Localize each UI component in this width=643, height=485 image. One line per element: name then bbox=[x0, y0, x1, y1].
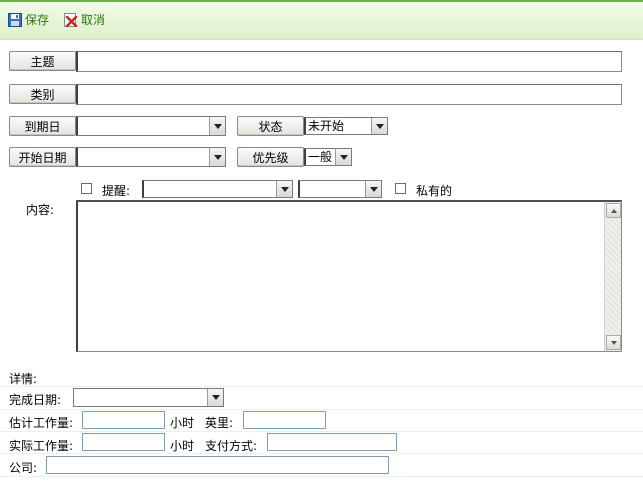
reminder-checkbox[interactable] bbox=[81, 183, 92, 194]
actual-work-label: 实际工作量: bbox=[9, 439, 74, 453]
mileage-label: 英里: bbox=[205, 416, 234, 430]
divider bbox=[0, 476, 643, 477]
priority-dropdown-icon[interactable] bbox=[335, 149, 351, 165]
completed-date-combo[interactable] bbox=[73, 388, 224, 407]
scroll-up-icon[interactable] bbox=[606, 203, 621, 218]
scroll-down-icon[interactable] bbox=[606, 335, 621, 350]
estimated-work-input[interactable] bbox=[82, 411, 165, 429]
status-select[interactable]: 未开始 bbox=[304, 117, 388, 135]
completed-date-value bbox=[74, 389, 207, 406]
cancel-label: 取消 bbox=[81, 13, 106, 27]
subject-button[interactable]: 主题 bbox=[9, 51, 76, 71]
cancel-icon bbox=[64, 12, 78, 27]
private-checkbox[interactable] bbox=[395, 183, 406, 194]
mileage-input[interactable] bbox=[243, 411, 326, 429]
completed-date-dropdown-icon[interactable] bbox=[207, 389, 223, 406]
status-value: 未开始 bbox=[308, 119, 345, 133]
due-date-button[interactable]: 到期日 bbox=[9, 116, 76, 136]
category-input[interactable] bbox=[76, 84, 622, 105]
divider bbox=[0, 409, 643, 410]
hours-label: 小时 bbox=[170, 416, 195, 430]
details-heading: 详情: bbox=[9, 372, 38, 386]
start-date-dropdown-icon[interactable] bbox=[209, 148, 225, 166]
priority-select[interactable]: 一般 bbox=[304, 148, 352, 166]
priority-value: 一般 bbox=[308, 150, 333, 164]
status-button[interactable]: 状态 bbox=[237, 116, 304, 136]
completed-date-label: 完成日期: bbox=[9, 393, 62, 407]
reminder-time-value bbox=[300, 181, 365, 197]
hours-label: 小时 bbox=[170, 439, 195, 453]
reminder-date-value bbox=[144, 181, 276, 197]
billing-label: 支付方式: bbox=[205, 439, 258, 453]
divider bbox=[0, 453, 643, 454]
reminder-date-dropdown-icon[interactable] bbox=[276, 181, 292, 197]
content-label: 内容: bbox=[26, 203, 55, 217]
divider bbox=[0, 431, 643, 432]
billing-input[interactable] bbox=[267, 433, 397, 451]
start-date-button[interactable]: 开始日期 bbox=[9, 147, 76, 167]
estimated-work-label: 估计工作量: bbox=[9, 416, 74, 430]
save-button[interactable]: 保存 bbox=[8, 11, 49, 28]
content-scrollbar[interactable] bbox=[604, 202, 621, 351]
toolbar: 保存 取消 bbox=[0, 0, 643, 40]
save-label: 保存 bbox=[25, 13, 50, 27]
status-dropdown-icon[interactable] bbox=[371, 118, 387, 134]
start-date-value bbox=[78, 148, 209, 166]
reminder-label: 提醒: bbox=[102, 184, 131, 198]
divider bbox=[0, 386, 643, 387]
start-date-combo[interactable] bbox=[76, 147, 226, 167]
actual-work-input[interactable] bbox=[82, 433, 165, 451]
content-textarea[interactable] bbox=[76, 200, 622, 352]
private-label: 私有的 bbox=[416, 184, 453, 198]
subject-input[interactable] bbox=[76, 51, 622, 72]
reminder-date-combo[interactable] bbox=[142, 180, 293, 198]
priority-button[interactable]: 优先级 bbox=[237, 147, 304, 167]
company-input[interactable] bbox=[46, 456, 389, 474]
due-date-value bbox=[78, 117, 209, 135]
save-icon bbox=[8, 12, 22, 27]
cancel-button[interactable]: 取消 bbox=[64, 11, 105, 28]
reminder-time-combo[interactable] bbox=[298, 180, 382, 198]
due-date-combo[interactable] bbox=[76, 116, 226, 136]
reminder-time-dropdown-icon[interactable] bbox=[365, 181, 381, 197]
category-button[interactable]: 类别 bbox=[9, 84, 76, 104]
due-date-dropdown-icon[interactable] bbox=[209, 117, 225, 135]
company-label: 公司: bbox=[9, 461, 38, 475]
